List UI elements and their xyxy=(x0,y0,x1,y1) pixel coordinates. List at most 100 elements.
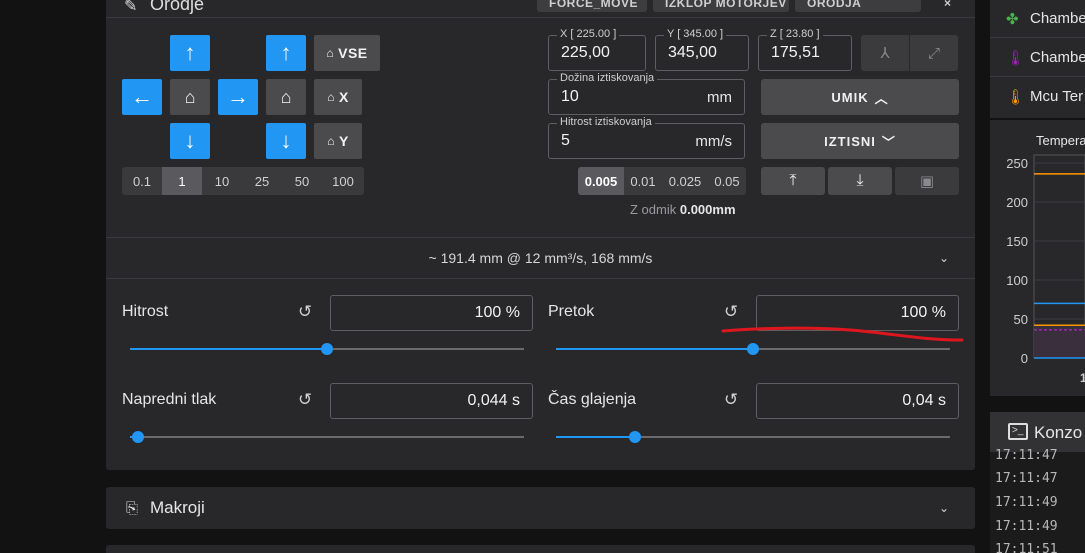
speed-slider-fill xyxy=(130,348,327,350)
jog-z-down-button[interactable]: ↓ xyxy=(266,123,306,159)
home-x-button[interactable]: ⌂ X xyxy=(314,79,362,115)
position-y-field[interactable]: Y [ 345.00 ] 345,00 xyxy=(655,28,749,71)
step-option[interactable]: 10 xyxy=(202,167,242,195)
jog-x-minus-button[interactable]: ← xyxy=(122,79,162,115)
red-annotation-stroke xyxy=(721,326,964,342)
home-icon: ⌂ xyxy=(327,90,335,104)
sensor-row[interactable]: 🌡 Mcu Ter xyxy=(990,78,1085,116)
home-all-button[interactable]: ⌂ VSE xyxy=(314,35,380,71)
speed-slider-thumb[interactable] xyxy=(321,343,333,355)
expand-icon: ⤢ xyxy=(927,44,940,62)
wrench-icon: ✎ xyxy=(124,0,138,15)
fan-icon: ✤ xyxy=(1006,11,1019,28)
speed-factor-input[interactable]: 100 % xyxy=(330,295,533,331)
x-tick-label: 1 xyxy=(1080,371,1085,385)
sensor-row[interactable]: ✤ Chambe xyxy=(990,0,1085,38)
step-option-active[interactable]: 1 xyxy=(162,167,202,195)
step-option[interactable]: 50 xyxy=(282,167,322,195)
extrude-button[interactable]: IZTISNI ﹀ xyxy=(761,123,959,159)
divider xyxy=(106,278,975,279)
macros-title: Makroji xyxy=(150,498,205,517)
force-move-button[interactable]: FORCE_MOVE xyxy=(537,0,647,12)
jog-x-plus-button[interactable]: → xyxy=(218,79,258,115)
save-z-offset-button[interactable]: ▣ xyxy=(895,167,959,195)
y-tick-label: 50 xyxy=(1014,312,1028,327)
temperature-chart-card: Tempera 250 200 150 100 50 0 1 xyxy=(990,120,1085,396)
temperature-chart: Tempera 250 200 150 100 50 0 1 xyxy=(1006,133,1085,385)
macros-panel[interactable]: ⎘ Makroji ⌄ xyxy=(106,487,975,529)
home-icon: ⌂ xyxy=(326,46,335,60)
console-header[interactable]: >_ Konzo xyxy=(990,412,1085,452)
extrusion-estimate: ~ 191.4 mm @ 12 mm³/s, 168 mm/s xyxy=(428,250,653,266)
y-tick-label: 100 xyxy=(1006,273,1028,288)
terminal-icon: >_ xyxy=(1008,423,1028,440)
smooth-time-slider-thumb[interactable] xyxy=(628,431,641,443)
home-icon: ⌂ xyxy=(184,86,196,107)
console-line: 17:11:49 xyxy=(995,519,1058,534)
jog-y-plus-button[interactable]: ↑ xyxy=(170,35,210,71)
code-file-icon: ⎘ xyxy=(126,500,139,517)
z-step-selector: 0.005 0.01 0.025 0.05 xyxy=(578,167,746,195)
z-step-option[interactable]: 0.01 xyxy=(624,167,662,195)
thermometer-icon: 🌡 xyxy=(1006,89,1026,106)
close-icon[interactable]: × xyxy=(932,0,956,12)
sensor-row[interactable]: 🌡 Chambe xyxy=(990,39,1085,77)
smooth-time-label: Čas glajenja xyxy=(548,391,637,408)
retract-button[interactable]: UMIK ︿ xyxy=(761,79,959,115)
console-line: 17:11:47 xyxy=(995,448,1058,463)
speed-factor-label: Hitrost xyxy=(122,303,169,320)
chevron-down-icon[interactable]: ⌄ xyxy=(939,251,949,265)
z-step-option[interactable]: 0.05 xyxy=(708,167,746,195)
step-option[interactable]: 25 xyxy=(242,167,282,195)
chevron-down-icon[interactable]: ⌄ xyxy=(939,501,949,515)
z-offset-down-button[interactable]: ⤓ xyxy=(828,167,892,195)
expand-icon-button[interactable]: ⤢ xyxy=(910,35,958,71)
download-arrow-icon: ⤓ xyxy=(856,172,864,189)
console-line: 17:11:49 xyxy=(995,495,1058,510)
z-step-option[interactable]: 0.025 xyxy=(662,167,708,195)
home-z-button[interactable]: ⌂ xyxy=(266,79,306,115)
jog-z-up-button[interactable]: ↑ xyxy=(266,35,306,71)
pressure-advance-label: Napredni tlak xyxy=(122,391,217,408)
step-option[interactable]: 100 xyxy=(322,167,364,195)
tool-panel-header: ✎ Orodje FORCE_MOVE IZKLOP MOTORJEV OROD… xyxy=(106,0,975,18)
pressure-advance-slider-thumb[interactable] xyxy=(131,431,144,443)
console-line: 17:11:51 xyxy=(995,542,1058,553)
chart-title: Tempera xyxy=(1036,133,1085,148)
collapsed-panel xyxy=(106,545,975,553)
axes-icon-button[interactable]: ⅄ xyxy=(861,35,909,71)
extrusion-estimate-row[interactable]: ~ 191.4 mm @ 12 mm³/s, 168 mm/s ⌄ xyxy=(106,238,975,278)
sensor-list: ✤ Chambe 🌡 Chambe 🌡 Mcu Ter xyxy=(990,0,1085,118)
console-title: Konzo xyxy=(1034,423,1083,442)
extrude-speed-field[interactable]: Hitrost iztiskovanja 5 mm/s xyxy=(548,116,745,159)
step-option[interactable]: 0.1 xyxy=(122,167,162,195)
chevron-up-icon: ︿ xyxy=(874,90,889,106)
home-y-button[interactable]: ⌂ Y xyxy=(314,123,362,159)
y-tick-label: 200 xyxy=(1006,195,1028,210)
pressure-advance-slider-track[interactable] xyxy=(130,436,524,438)
chevron-down-icon: ﹀ xyxy=(881,134,896,150)
jog-y-minus-button[interactable]: ↓ xyxy=(170,123,210,159)
position-x-field[interactable]: X [ 225.00 ] 225,00 xyxy=(548,28,646,71)
smooth-time-slider-fill xyxy=(556,436,635,438)
save-icon: ▣ xyxy=(919,173,935,190)
motors-off-button[interactable]: IZKLOP MOTORJEV xyxy=(653,0,789,12)
flow-factor-label: Pretok xyxy=(548,303,595,320)
z-offset-up-button[interactable]: ⤒ xyxy=(761,167,825,195)
reset-icon[interactable]: ↺ xyxy=(298,390,312,410)
xy-step-selector: 0.1 1 10 25 50 100 xyxy=(122,167,364,195)
flow-slider-fill xyxy=(556,348,753,350)
tools-menu-button[interactable]: ORODJA xyxy=(795,0,921,12)
upload-arrow-icon: ⤒ xyxy=(789,172,797,189)
z-offset-readout: Z odmik 0.000mm xyxy=(630,202,736,217)
z-step-option-active[interactable]: 0.005 xyxy=(578,167,624,195)
console-line: 17:11:47 xyxy=(995,471,1058,486)
home-xy-button[interactable]: ⌂ xyxy=(170,79,210,115)
pressure-advance-input[interactable]: 0,044 s xyxy=(330,383,533,419)
extrude-length-field[interactable]: Dožina iztiskovanja 10 mm xyxy=(548,72,745,115)
reset-icon[interactable]: ↺ xyxy=(724,302,738,322)
reset-icon[interactable]: ↺ xyxy=(724,390,738,410)
position-z-field[interactable]: Z [ 23.80 ] 175,51 xyxy=(758,28,852,71)
smooth-time-input[interactable]: 0,04 s xyxy=(756,383,959,419)
reset-icon[interactable]: ↺ xyxy=(298,302,312,322)
